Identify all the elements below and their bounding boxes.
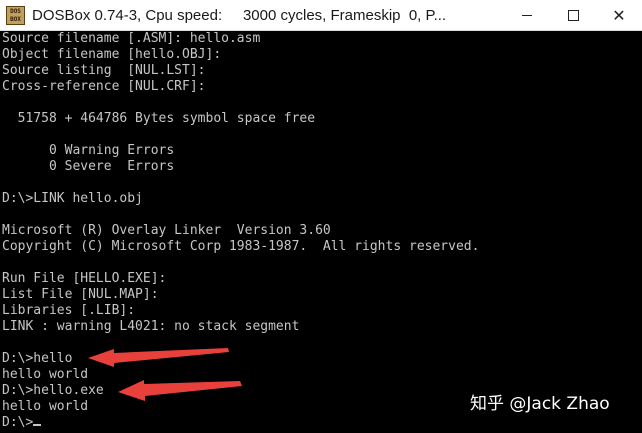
console-line: Microsoft (R) Overlay Linker Version 3.6…: [2, 223, 331, 238]
maximize-icon: [567, 10, 579, 21]
close-icon: ✕: [612, 5, 626, 25]
prompt-text: D:\>: [2, 415, 34, 430]
console-line: Copyright (C) Microsoft Corp 1983-1987. …: [2, 239, 480, 254]
maximize-button[interactable]: [550, 0, 596, 31]
minimize-button[interactable]: [504, 0, 550, 31]
console-line: Run File [HELLO.EXE]:: [2, 271, 167, 286]
console-line: Source listing [NUL.LST]:: [2, 63, 206, 78]
console-line: LINK : warning L4021: no stack segment: [2, 319, 300, 334]
console-line: 0 Warning Errors: [2, 143, 175, 158]
console-line: Object filename [hello.OBJ]:: [2, 47, 222, 62]
console-line: D:\>LINK hello.obj: [2, 191, 143, 206]
console-line: 0 Severe Errors: [2, 159, 175, 174]
title-bar[interactable]: DOS BOX DOSBox 0.74-3, Cpu speed: 3000 c…: [0, 0, 642, 31]
dosbox-window: DOS BOX DOSBox 0.74-3, Cpu speed: 3000 c…: [0, 0, 642, 433]
console-line: List File [NUL.MAP]:: [2, 287, 159, 302]
zhihu-watermark: 知乎 @Jack Zhao: [470, 394, 610, 414]
close-button[interactable]: ✕: [596, 0, 642, 31]
window-title: DOSBox 0.74-3, Cpu speed: 3000 cycles, F…: [32, 7, 447, 24]
console-line: D:\>hello: [2, 351, 73, 366]
prompt-line: D:\>: [2, 415, 42, 431]
dosbox-icon[interactable]: DOS BOX: [6, 6, 25, 25]
console-line: Cross-reference [NUL.CRF]:: [2, 79, 206, 94]
console-line: Source filename [.ASM]: hello.asm: [2, 31, 261, 46]
console-line: hello world: [2, 399, 89, 414]
console-line: D:\>hello.exe: [2, 383, 104, 398]
console-line: hello world: [2, 367, 89, 382]
text-cursor: [33, 424, 42, 426]
console-line: Libraries [.LIB]:: [2, 303, 136, 318]
dos-console[interactable]: Source filename [.ASM]: hello.asm Object…: [0, 31, 642, 433]
minimize-icon: [522, 15, 532, 16]
console-line: 51758 + 464786 Bytes symbol space free: [2, 111, 316, 126]
